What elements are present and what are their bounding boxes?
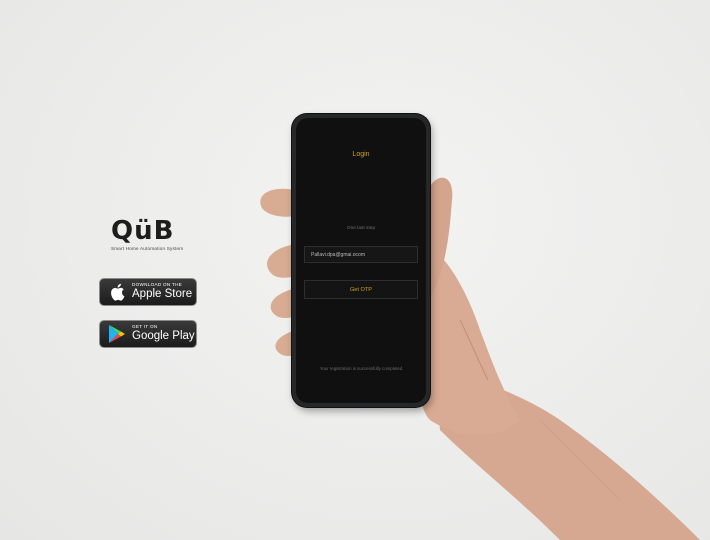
step-label: One last step	[346, 226, 376, 231]
phone-screen: Login One last step Get OTP Your registr…	[296, 118, 426, 403]
brand-logo: QüB Smart Home Automation System	[111, 218, 221, 251]
email-field[interactable]	[304, 246, 418, 263]
apple-icon	[106, 281, 128, 303]
apple-badge-big: Apple Store	[132, 288, 193, 301]
phone-device: Login One last step Get OTP Your registr…	[292, 114, 430, 407]
hand-holding-phone-scene: Login One last step Get OTP Your registr…	[0, 0, 710, 540]
google-badge-text: GET IT ON Google Play	[132, 325, 195, 342]
apple-badge-text: DOWNLOAD ON THE Apple Store	[132, 283, 192, 300]
registration-status-text: Your registration is successfully comple…	[319, 366, 403, 371]
play-icon	[106, 323, 128, 345]
logo-tagline: Smart Home Automation System	[111, 246, 184, 251]
google-badge-big: Google Play	[132, 330, 195, 343]
apple-store-badge[interactable]: DOWNLOAD ON THE Apple Store	[99, 278, 197, 306]
google-play-badge[interactable]: GET IT ON Google Play	[99, 320, 197, 348]
login-title: Login	[352, 151, 370, 158]
get-otp-button[interactable]: Get OTP	[304, 280, 418, 299]
logo-wordmark: QüB	[111, 216, 175, 246]
